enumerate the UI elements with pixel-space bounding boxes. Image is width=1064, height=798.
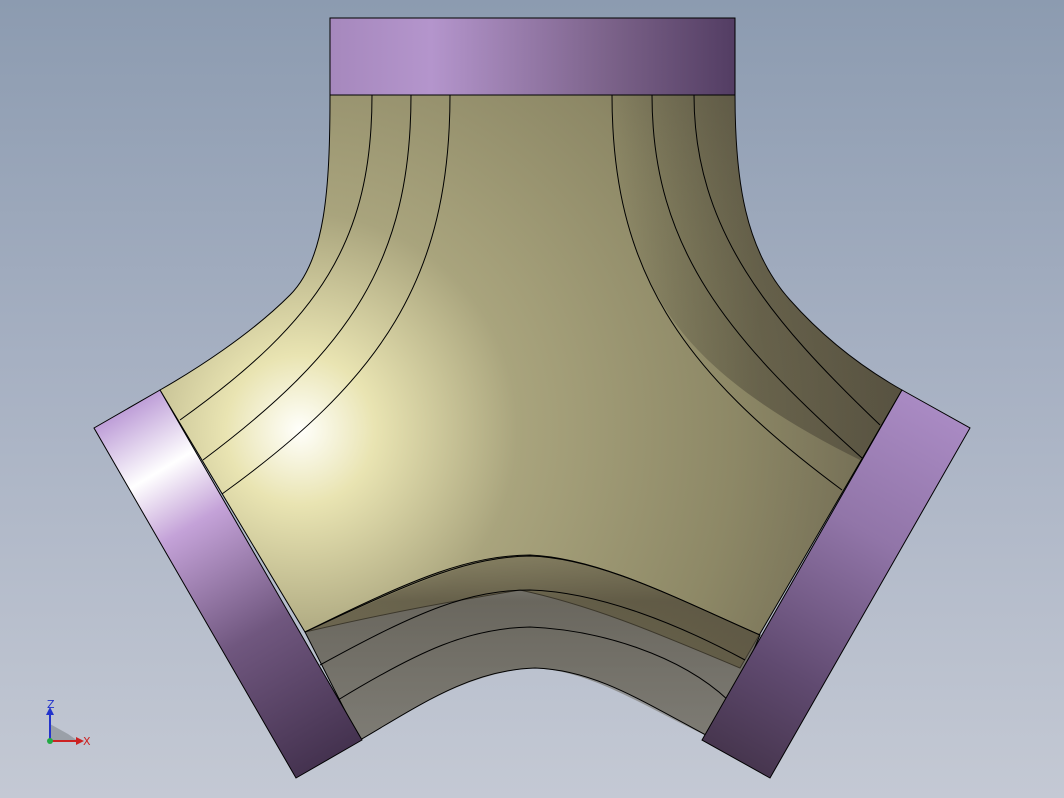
x-axis-label: X [83, 735, 91, 748]
top-flange[interactable] [329, 17, 736, 96]
z-axis-label: Z [47, 698, 55, 711]
axis-triad: Z X [40, 696, 100, 756]
model-viewport[interactable] [0, 0, 1064, 798]
